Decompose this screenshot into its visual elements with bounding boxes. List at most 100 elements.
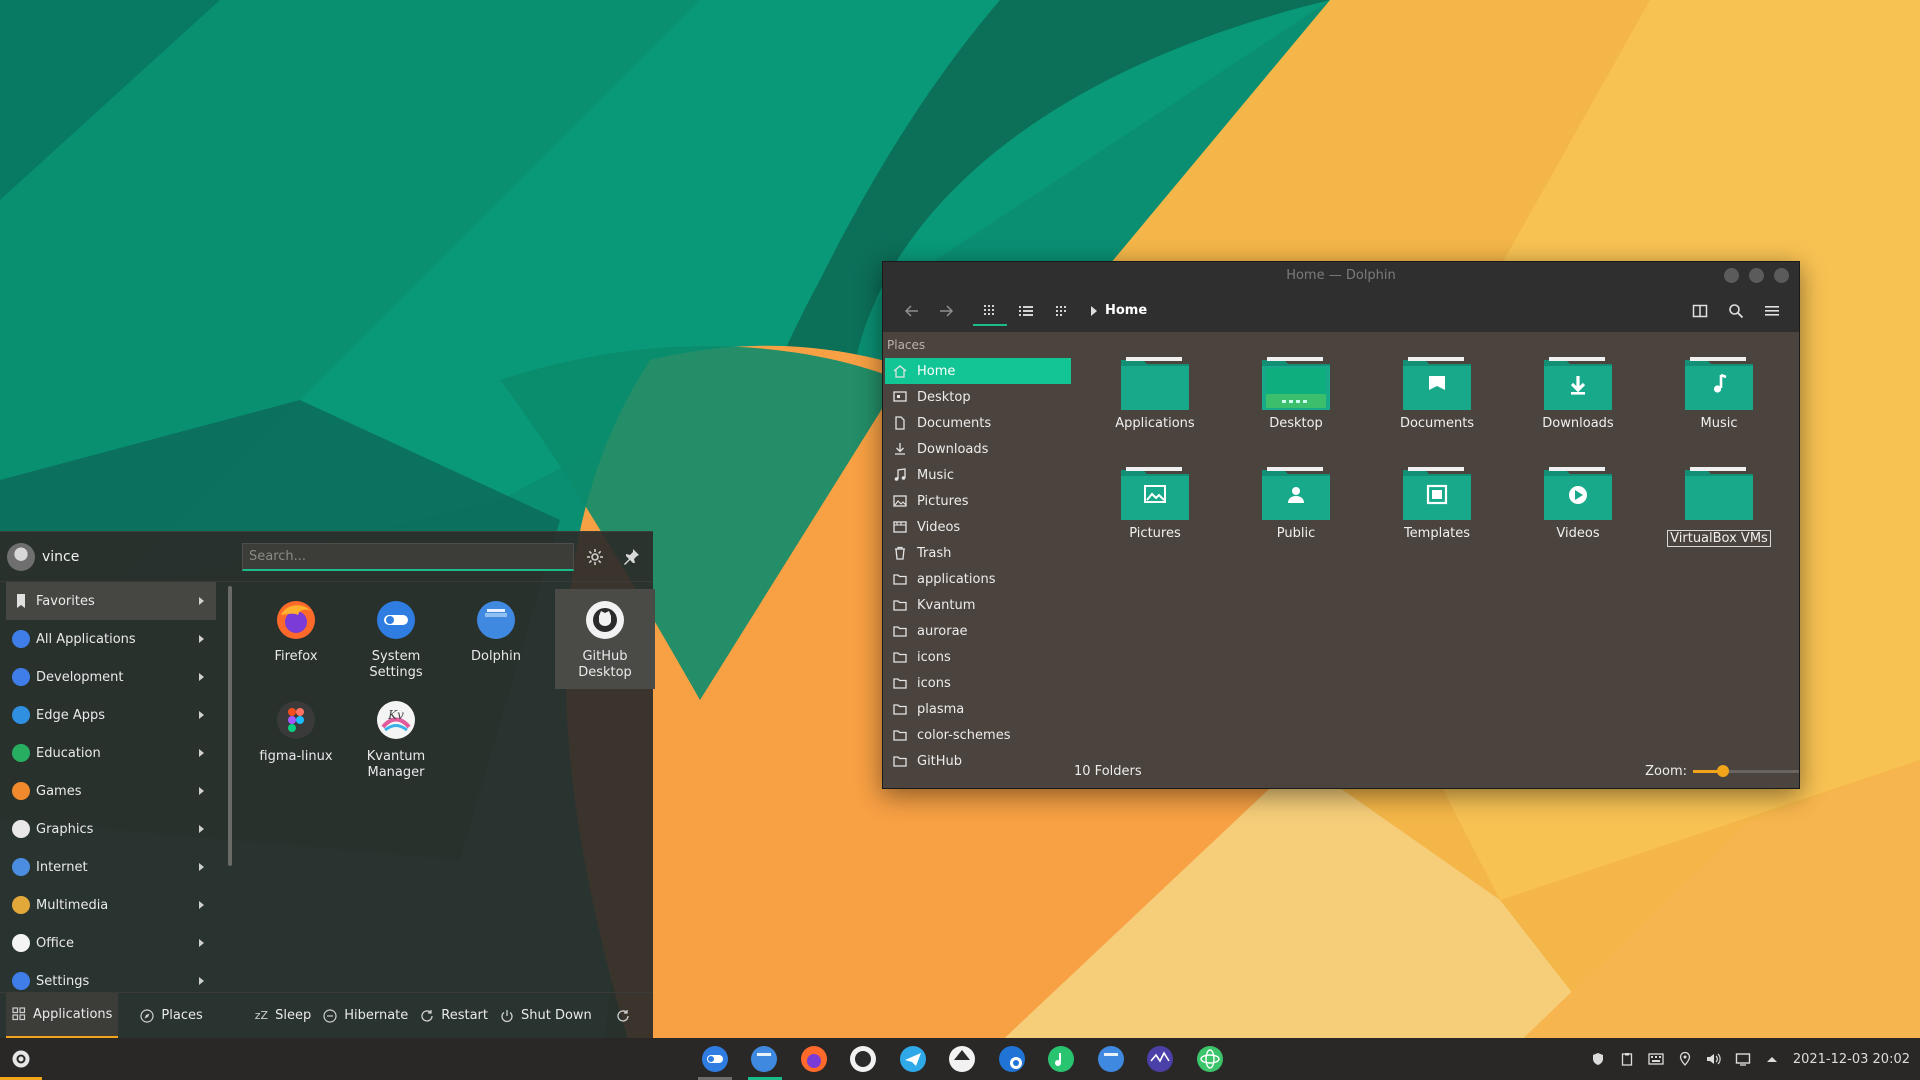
category-item[interactable]: Internet (0, 848, 216, 886)
places-item[interactable]: Downloads (885, 436, 1071, 462)
category-item[interactable]: Office (0, 924, 216, 962)
taskbar-item[interactable] (690, 1038, 740, 1080)
zoom-slider[interactable] (1693, 765, 1799, 777)
places-item[interactable]: icons (885, 644, 1071, 670)
back-button[interactable] (895, 296, 929, 326)
tab-applications[interactable]: Applications (6, 992, 119, 1039)
folder-item[interactable]: Pictures (1093, 464, 1217, 541)
launcher-button[interactable] (0, 1038, 42, 1080)
category-item[interactable]: All Applications (0, 620, 216, 658)
taskbar-item[interactable] (1037, 1038, 1087, 1080)
gear-icon[interactable] (585, 547, 605, 567)
places-item[interactable]: applications (885, 566, 1071, 592)
list-icon (1019, 305, 1033, 316)
minimize-button[interactable] (1724, 268, 1739, 283)
taskbar-item[interactable] (987, 1038, 1037, 1080)
places-item[interactable]: aurorae (885, 618, 1071, 644)
edge-icon (998, 1046, 1025, 1072)
compact-view-button[interactable] (1045, 296, 1079, 326)
places-item[interactable]: Trash (885, 540, 1071, 566)
taskbar-item[interactable] (740, 1038, 790, 1080)
forward-button[interactable] (929, 296, 963, 326)
taskbar-item[interactable] (888, 1038, 938, 1080)
folder-item[interactable]: Downloads (1516, 354, 1640, 431)
category-item[interactable]: Settings (0, 962, 216, 992)
music-icon (894, 468, 906, 481)
category-item[interactable]: Favorites (6, 582, 216, 620)
icons-view-button[interactable] (973, 296, 1007, 326)
details-view-button[interactable] (1009, 296, 1043, 326)
category-scrollbar[interactable] (228, 586, 232, 866)
shield-icon[interactable] (1590, 1051, 1606, 1067)
app-tile[interactable]: System Settings (346, 589, 446, 689)
app-tile[interactable]: Dolphin (446, 589, 546, 689)
breadcrumb[interactable]: Home (1091, 303, 1147, 318)
folder-item[interactable]: Applications (1093, 354, 1217, 431)
places-item[interactable]: Music (885, 462, 1071, 488)
tray-expand-icon[interactable] (1764, 1051, 1780, 1067)
taskbar-item[interactable] (1086, 1038, 1136, 1080)
folder-item[interactable]: VirtualBox VMs (1657, 464, 1781, 547)
folder-label: Documents (1399, 416, 1475, 431)
taskbar: 2021-12-03 20:02 (0, 1038, 1920, 1080)
location-icon[interactable] (1677, 1051, 1693, 1067)
category-item[interactable]: Edge Apps (0, 696, 216, 734)
restart-button[interactable]: Restart (414, 993, 494, 1039)
category-item[interactable]: Games (0, 772, 216, 810)
avatar[interactable] (7, 543, 35, 571)
zoom-slider-handle[interactable] (1716, 765, 1729, 777)
folder-item[interactable]: Desktop (1234, 354, 1358, 431)
pin-icon[interactable] (621, 547, 641, 567)
folder-item[interactable]: Templates (1375, 464, 1499, 541)
category-item[interactable]: Development (0, 658, 216, 696)
places-item[interactable]: Desktop (885, 384, 1071, 410)
app-tile[interactable]: Kv Kvantum Manager (346, 689, 446, 789)
category-item[interactable]: Multimedia (0, 886, 216, 924)
taskbar-item[interactable] (839, 1038, 889, 1080)
category-item[interactable]: Education (0, 734, 216, 772)
split-view-button[interactable] (1685, 296, 1715, 326)
places-item[interactable]: Kvantum (885, 592, 1071, 618)
hibernate-button[interactable]: Hibernate (317, 993, 414, 1039)
clock[interactable]: 2021-12-03 20:02 (1793, 1052, 1910, 1067)
taskbar-item[interactable] (789, 1038, 839, 1080)
places-item[interactable]: Videos (885, 514, 1071, 540)
folder-item[interactable]: Videos (1516, 464, 1640, 541)
category-item[interactable]: Graphics (0, 810, 216, 848)
places-item[interactable]: Documents (885, 410, 1071, 436)
keyboard-icon[interactable] (1648, 1051, 1664, 1067)
places-item[interactable]: plasma (885, 696, 1071, 722)
folder-item[interactable]: Documents (1375, 354, 1499, 431)
taskbar-item[interactable] (938, 1038, 988, 1080)
display-icon[interactable] (1735, 1051, 1751, 1067)
tab-places[interactable]: Places (134, 993, 208, 1039)
clipboard-icon[interactable] (1619, 1051, 1635, 1067)
places-item[interactable]: icons (885, 670, 1071, 696)
shutdown-button[interactable]: Shut Down (494, 993, 598, 1039)
search-input[interactable] (243, 544, 573, 569)
places-item[interactable]: Home (885, 358, 1071, 384)
search-field[interactable] (242, 543, 574, 571)
app-tile[interactable]: figma-linux (246, 689, 346, 789)
volume-icon[interactable] (1706, 1051, 1722, 1067)
category-icon (12, 630, 30, 648)
app-tile[interactable]: Firefox (246, 589, 346, 689)
places-item[interactable]: GitHub (885, 748, 1071, 774)
taskbar-item[interactable] (1185, 1038, 1235, 1080)
breadcrumb-home[interactable]: Home (1105, 303, 1147, 318)
sleep-button[interactable]: zZ Sleep (249, 993, 317, 1039)
session-more-button[interactable] (610, 993, 643, 1039)
dolphin-icon (477, 601, 515, 639)
window-titlebar[interactable]: Home — Dolphin (883, 262, 1799, 289)
folder-item[interactable]: Music (1657, 354, 1781, 431)
taskbar-item[interactable] (1136, 1038, 1186, 1080)
close-button[interactable] (1774, 268, 1789, 283)
hamburger-menu-button[interactable] (1757, 296, 1787, 326)
search-button[interactable] (1721, 296, 1751, 326)
maximize-button[interactable] (1749, 268, 1764, 283)
places-item[interactable]: Pictures (885, 488, 1071, 514)
app-tile[interactable]: GitHub Desktop (555, 589, 655, 689)
places-item[interactable]: color-schemes (885, 722, 1071, 748)
folder-item[interactable]: Public (1234, 464, 1358, 541)
search-icon (1729, 304, 1744, 319)
